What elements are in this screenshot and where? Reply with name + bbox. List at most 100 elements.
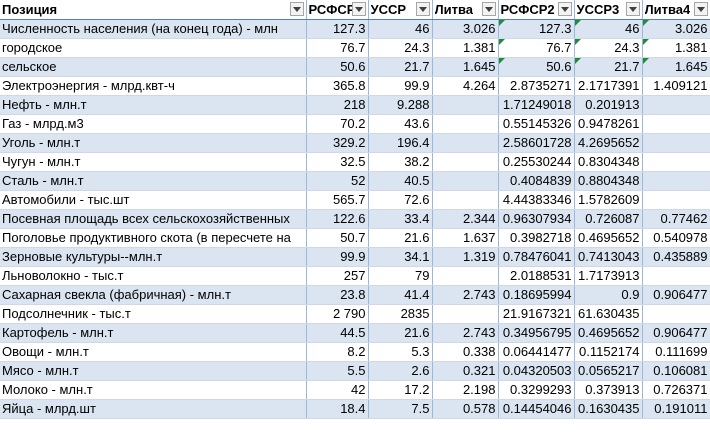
data-cell[interactable]: 3.026: [432, 19, 499, 39]
data-cell[interactable]: 0.111699: [642, 342, 710, 362]
data-cell-flagged[interactable]: 127.3: [498, 19, 575, 39]
row-label-cell[interactable]: Чугун - млн.т: [0, 152, 307, 172]
row-label-cell[interactable]: Овощи - млн.т: [0, 342, 307, 362]
data-cell[interactable]: 21.7: [368, 57, 433, 77]
data-cell[interactable]: 2.743: [432, 285, 499, 305]
data-cell[interactable]: [432, 95, 499, 115]
filter-dropdown-button[interactable]: [693, 2, 708, 17]
data-cell[interactable]: 0.4695652: [574, 228, 643, 248]
data-cell[interactable]: 5.3: [368, 342, 433, 362]
data-cell[interactable]: 0.373913: [574, 380, 643, 400]
column-header-6[interactable]: Литва4: [642, 0, 710, 20]
data-cell-flagged[interactable]: 1.381: [642, 38, 710, 58]
column-header-0[interactable]: Позиция: [0, 0, 307, 20]
data-cell[interactable]: 218: [306, 95, 369, 115]
data-cell[interactable]: [432, 133, 499, 153]
data-cell[interactable]: 4.264: [432, 76, 499, 96]
row-label-cell[interactable]: Автомобили - тыс.шт: [0, 190, 307, 210]
data-cell[interactable]: 127.3: [306, 19, 369, 39]
data-cell[interactable]: 70.2: [306, 114, 369, 134]
filter-dropdown-button[interactable]: [351, 2, 366, 17]
data-cell[interactable]: 52: [306, 171, 369, 191]
data-cell[interactable]: 2.743: [432, 323, 499, 343]
data-cell[interactable]: 99.9: [368, 76, 433, 96]
data-cell[interactable]: 0.9: [574, 285, 643, 305]
data-cell[interactable]: 0.726087: [574, 209, 643, 229]
data-cell[interactable]: 0.435889: [642, 247, 710, 267]
row-label-cell[interactable]: городское: [0, 38, 307, 58]
data-cell[interactable]: 1.381: [432, 38, 499, 58]
data-cell[interactable]: 365.8: [306, 76, 369, 96]
data-cell[interactable]: [432, 190, 499, 210]
data-cell[interactable]: 2 790: [306, 304, 369, 324]
data-cell[interactable]: 33.4: [368, 209, 433, 229]
data-cell[interactable]: 2.344: [432, 209, 499, 229]
data-cell[interactable]: 0.3982718: [498, 228, 575, 248]
data-cell[interactable]: 76.7: [306, 38, 369, 58]
data-cell[interactable]: 8.2: [306, 342, 369, 362]
data-cell[interactable]: 2.58601728: [498, 133, 575, 153]
data-cell-flagged[interactable]: 50.6: [498, 57, 575, 77]
data-cell[interactable]: 0.3299293: [498, 380, 575, 400]
data-cell[interactable]: 329.2: [306, 133, 369, 153]
data-cell[interactable]: 4.2695652: [574, 133, 643, 153]
data-cell-flagged[interactable]: 76.7: [498, 38, 575, 58]
data-cell[interactable]: [432, 152, 499, 172]
data-cell[interactable]: 0.78476041: [498, 247, 575, 267]
data-cell[interactable]: 18.4: [306, 399, 369, 419]
data-cell-flagged[interactable]: 3.026: [642, 19, 710, 39]
data-cell[interactable]: 61.630435: [574, 304, 643, 324]
data-cell[interactable]: 0.0565217: [574, 361, 643, 381]
data-cell-flagged[interactable]: 46: [574, 19, 643, 39]
data-cell[interactable]: 2835: [368, 304, 433, 324]
data-cell-flagged[interactable]: 24.3: [574, 38, 643, 58]
data-cell[interactable]: 32.5: [306, 152, 369, 172]
data-cell-flagged[interactable]: 1.645: [642, 57, 710, 77]
row-label-cell[interactable]: Яйца - млрд.шт: [0, 399, 307, 419]
data-cell[interactable]: [642, 114, 710, 134]
data-cell[interactable]: 1.7173913: [574, 266, 643, 286]
data-cell[interactable]: 23.8: [306, 285, 369, 305]
row-label-cell[interactable]: Молоко - млн.т: [0, 380, 307, 400]
data-cell[interactable]: [642, 304, 710, 324]
data-cell[interactable]: [642, 266, 710, 286]
data-cell[interactable]: 0.1152174: [574, 342, 643, 362]
data-cell[interactable]: 2.198: [432, 380, 499, 400]
row-label-cell[interactable]: Льноволокно - тыс.т: [0, 266, 307, 286]
data-cell[interactable]: 44.5: [306, 323, 369, 343]
data-cell[interactable]: 0.726371: [642, 380, 710, 400]
row-label-cell[interactable]: Численность населения (на конец года) - …: [0, 19, 307, 39]
row-label-cell[interactable]: Поголовье продуктивного скота (в пересче…: [0, 228, 307, 248]
data-cell[interactable]: 0.106081: [642, 361, 710, 381]
data-cell[interactable]: 5.5: [306, 361, 369, 381]
filter-dropdown-button[interactable]: [289, 2, 304, 17]
filter-dropdown-button[interactable]: [415, 2, 430, 17]
data-cell[interactable]: 196.4: [368, 133, 433, 153]
data-cell[interactable]: 0.578: [432, 399, 499, 419]
row-label-cell[interactable]: сельское: [0, 57, 307, 77]
data-cell[interactable]: [642, 95, 710, 115]
data-cell[interactable]: 0.04320503: [498, 361, 575, 381]
data-cell[interactable]: 0.321: [432, 361, 499, 381]
data-cell[interactable]: 0.25530244: [498, 152, 575, 172]
data-cell[interactable]: [432, 114, 499, 134]
column-header-1[interactable]: РСФСР: [306, 0, 369, 20]
data-cell[interactable]: 21.6: [368, 228, 433, 248]
data-cell[interactable]: 1.71249018: [498, 95, 575, 115]
data-cell[interactable]: 0.906477: [642, 285, 710, 305]
data-cell[interactable]: 2.1717391: [574, 76, 643, 96]
data-cell-flagged[interactable]: 21.7: [574, 57, 643, 77]
data-cell[interactable]: 0.34956795: [498, 323, 575, 343]
column-header-4[interactable]: РСФСР2: [498, 0, 575, 20]
data-cell[interactable]: 99.9: [306, 247, 369, 267]
data-cell[interactable]: 46: [368, 19, 433, 39]
data-cell[interactable]: 1.645: [432, 57, 499, 77]
filter-dropdown-button[interactable]: [625, 2, 640, 17]
data-cell[interactable]: 0.338: [432, 342, 499, 362]
data-cell[interactable]: 21.9167321: [498, 304, 575, 324]
data-cell[interactable]: [642, 190, 710, 210]
data-cell[interactable]: 41.4: [368, 285, 433, 305]
row-label-cell[interactable]: Картофель - млн.т: [0, 323, 307, 343]
data-cell[interactable]: 0.77462: [642, 209, 710, 229]
data-cell[interactable]: 43.6: [368, 114, 433, 134]
